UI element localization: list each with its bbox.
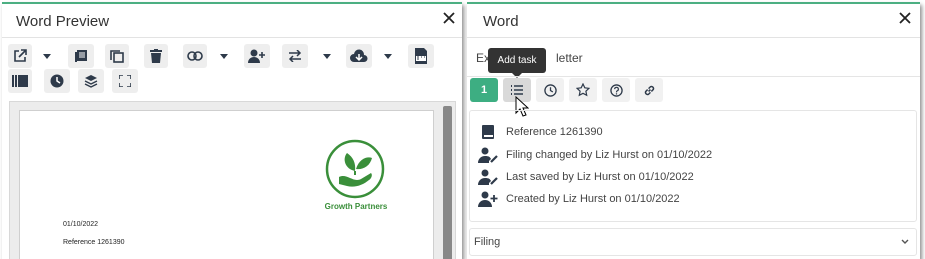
filing-section-toggle[interactable]: Filing <box>469 228 917 256</box>
caret-down-icon <box>323 53 331 59</box>
layers-icon <box>84 75 98 88</box>
panel-header: Word <box>467 4 920 38</box>
info-text: Last saved by Liz Hurst on 01/10/2022 <box>506 171 694 183</box>
preview-page: Growth Partners 01/10/2022 Reference 126… <box>19 110 434 259</box>
user-add-icon <box>478 190 498 208</box>
fullscreen-icon <box>119 75 131 87</box>
help-icon <box>609 83 623 97</box>
add-task-tooltip: Add task <box>488 48 546 78</box>
link-options-dropdown[interactable] <box>215 44 233 68</box>
move-button[interactable] <box>282 44 308 68</box>
exchange-icon <box>288 50 302 62</box>
info-created: Created by Liz Hurst on 01/10/2022 <box>478 190 680 208</box>
pdf-icon <box>415 48 427 64</box>
share-button[interactable] <box>244 44 270 68</box>
close-icon[interactable] <box>440 9 458 27</box>
filing-label: Filing <box>474 236 501 248</box>
versions-button[interactable] <box>68 44 94 68</box>
link-button[interactable] <box>183 44 207 68</box>
copy-icon <box>110 50 124 63</box>
panel-title: Word <box>483 13 519 30</box>
trash-icon <box>150 49 162 63</box>
info-filing-changed: Filing changed by Liz Hurst on 01/10/202… <box>478 146 712 164</box>
download-button[interactable] <box>346 44 372 68</box>
history-button[interactable] <box>44 69 70 93</box>
cloud-download-icon <box>350 49 368 62</box>
panel-header: Word Preview <box>2 4 462 38</box>
fullscreen-button[interactable] <box>112 69 138 93</box>
document-date: 01/10/2022 <box>63 221 99 228</box>
growth-partners-logo <box>325 139 385 199</box>
document-preview[interactable]: Growth Partners 01/10/2022 Reference 126… <box>9 101 456 259</box>
move-options-dropdown[interactable] <box>318 44 336 68</box>
user-add-icon <box>248 49 265 63</box>
caret-down-icon <box>384 53 392 59</box>
gallery-icon <box>12 75 28 87</box>
document-name-end: letter <box>556 51 583 65</box>
link-icon <box>187 51 203 61</box>
preview-scrollbar[interactable] <box>443 106 452 259</box>
info-text: Created by Liz Hurst on 01/10/2022 <box>506 193 680 205</box>
user-edit-icon <box>478 168 498 186</box>
book-icon <box>478 123 498 141</box>
tab-links[interactable] <box>635 78 663 102</box>
task-list-icon <box>511 85 523 95</box>
caret-down-icon <box>220 53 228 59</box>
clock-icon <box>543 83 557 97</box>
tab-count[interactable]: 1 <box>470 78 498 102</box>
tab-help[interactable] <box>602 78 630 102</box>
chevron-down-icon <box>901 239 909 244</box>
word-preview-panel: Word Preview Growth Partners 01/10/2022 … <box>2 2 462 259</box>
open-options-dropdown[interactable] <box>38 44 56 68</box>
close-icon[interactable] <box>896 9 914 27</box>
user-edit-icon <box>478 146 498 164</box>
copy-button[interactable] <box>105 44 129 68</box>
document-info: Reference 1261390 Filing changed by Liz … <box>469 110 917 222</box>
delete-button[interactable] <box>144 44 168 68</box>
download-options-dropdown[interactable] <box>379 44 397 68</box>
info-last-saved: Last saved by Liz Hurst on 01/10/2022 <box>478 168 694 186</box>
pdf-button[interactable] <box>408 44 434 68</box>
layers-button[interactable] <box>78 69 104 93</box>
document-stack-icon <box>75 50 87 62</box>
caret-down-icon <box>43 53 51 59</box>
info-text: Filing changed by Liz Hurst on 01/10/202… <box>506 149 713 161</box>
info-reference: Reference 1261390 <box>478 123 603 141</box>
open-external-button[interactable] <box>8 44 32 68</box>
tab-history[interactable] <box>536 78 564 102</box>
tab-favourite[interactable] <box>569 78 597 102</box>
gallery-button[interactable] <box>8 69 32 93</box>
star-icon <box>576 83 590 97</box>
external-link-icon <box>14 49 27 62</box>
word-details-panel: Word Ex letter Add task 1 Reference 1261… <box>467 2 920 259</box>
company-name: Growth Partners <box>324 202 388 211</box>
divider <box>467 76 920 77</box>
clock-icon <box>50 74 64 88</box>
info-text: Reference 1261390 <box>506 126 603 138</box>
link-icon <box>644 85 654 95</box>
panel-title: Word Preview <box>16 13 110 30</box>
document-reference: Reference 1261390 <box>63 239 125 246</box>
